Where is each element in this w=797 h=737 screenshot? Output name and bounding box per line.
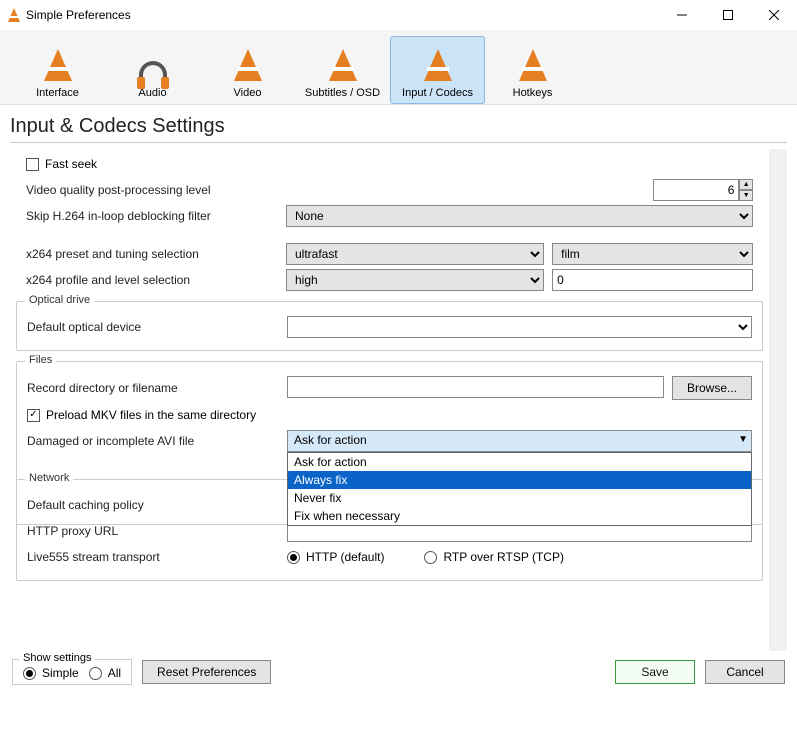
minimize-button[interactable] — [659, 0, 705, 30]
avi-combobox[interactable]: Ask for action ▼ Ask for action Always f… — [287, 430, 752, 452]
live555-label: Live555 stream transport — [27, 550, 287, 564]
record-dir-input[interactable] — [287, 376, 664, 398]
tab-audio[interactable]: Audio — [105, 36, 200, 104]
divider — [10, 142, 787, 143]
settings-scroll-area: ▴ ▾ Fast seek Video quality post-process… — [10, 149, 787, 651]
avi-label: Damaged or incomplete AVI file — [27, 434, 287, 448]
record-dir-label: Record directory or filename — [27, 381, 287, 395]
x264-preset-select[interactable]: ultrafast — [286, 243, 544, 265]
avi-option-never[interactable]: Never fix — [288, 489, 751, 507]
window-title: Simple Preferences — [20, 8, 659, 22]
checkbox-icon — [26, 158, 39, 171]
optical-drive-group: Optical drive Default optical device — [16, 301, 763, 351]
radio-icon — [89, 667, 102, 680]
tab-interface[interactable]: Interface — [10, 36, 105, 104]
avi-option-ask[interactable]: Ask for action — [288, 453, 751, 471]
preload-mkv-checkbox[interactable]: ✓ Preload MKV files in the same director… — [27, 408, 256, 422]
scroll-thumb[interactable] — [769, 229, 787, 589]
tab-hotkeys[interactable]: Hotkeys — [485, 36, 580, 104]
avi-option-always[interactable]: Always fix — [288, 471, 751, 489]
chevron-down-icon: ▼ — [738, 434, 748, 445]
page-title: Input & Codecs Settings — [10, 115, 787, 138]
live555-rtp-radio[interactable]: RTP over RTSP (TCP) — [424, 550, 563, 564]
reset-preferences-button[interactable]: Reset Preferences — [142, 660, 271, 684]
tab-input-codecs[interactable]: Input / Codecs — [390, 36, 485, 104]
scroll-down-button[interactable]: ▾ — [769, 633, 787, 651]
x264-profile-select[interactable]: high — [286, 269, 544, 291]
preset-label: x264 preset and tuning selection — [26, 247, 286, 261]
maximize-button[interactable] — [705, 0, 751, 30]
footer: Show settings Simple All Reset Preferenc… — [0, 651, 797, 693]
show-settings-all-radio[interactable]: All — [89, 666, 121, 680]
live555-http-radio[interactable]: HTTP (default) — [287, 550, 384, 564]
cone-icon — [44, 49, 72, 81]
show-settings-group: Show settings Simple All — [12, 659, 132, 685]
radio-icon — [23, 667, 36, 680]
cone-icon — [519, 49, 547, 81]
cone-icon — [234, 49, 262, 81]
tab-video[interactable]: Video — [200, 36, 295, 104]
default-optical-label: Default optical device — [27, 320, 287, 334]
cone-icon — [424, 49, 452, 81]
browse-button[interactable]: Browse... — [672, 376, 752, 400]
vlc-cone-icon — [8, 8, 20, 22]
radio-icon — [287, 551, 300, 564]
spin-down-button[interactable]: ▼ — [739, 190, 753, 201]
fast-seek-checkbox[interactable]: Fast seek — [26, 157, 97, 171]
tab-subtitles-osd[interactable]: Subtitles / OSD — [295, 36, 390, 104]
profile-label: x264 profile and level selection — [26, 273, 286, 287]
radio-icon — [424, 551, 437, 564]
cone-icon — [329, 49, 357, 81]
proxy-label: HTTP proxy URL — [27, 524, 287, 538]
x264-tune-select[interactable]: film — [552, 243, 753, 265]
checkbox-icon: ✓ — [27, 409, 40, 422]
quality-label: Video quality post-processing level — [26, 183, 286, 197]
skip-filter-select[interactable]: None — [286, 205, 753, 227]
scroll-up-button[interactable]: ▴ — [769, 149, 787, 167]
avi-dropdown: Ask for action Always fix Never fix Fix … — [287, 452, 752, 526]
default-optical-select[interactable] — [287, 316, 752, 338]
caching-label: Default caching policy — [27, 498, 287, 512]
titlebar: Simple Preferences — [0, 0, 797, 30]
x264-level-input[interactable] — [552, 269, 753, 291]
category-tabs: Interface Audio Video Subtitles / OSD In… — [0, 30, 797, 105]
save-button[interactable]: Save — [615, 660, 695, 684]
avi-option-when-necessary[interactable]: Fix when necessary — [288, 507, 751, 525]
cancel-button[interactable]: Cancel — [705, 660, 785, 684]
quality-spinbox[interactable] — [653, 179, 739, 201]
skip-label: Skip H.264 in-loop deblocking filter — [26, 209, 286, 223]
spin-up-button[interactable]: ▲ — [739, 179, 753, 190]
headphones-icon — [139, 61, 167, 81]
show-settings-simple-radio[interactable]: Simple — [23, 666, 79, 680]
close-button[interactable] — [751, 0, 797, 30]
